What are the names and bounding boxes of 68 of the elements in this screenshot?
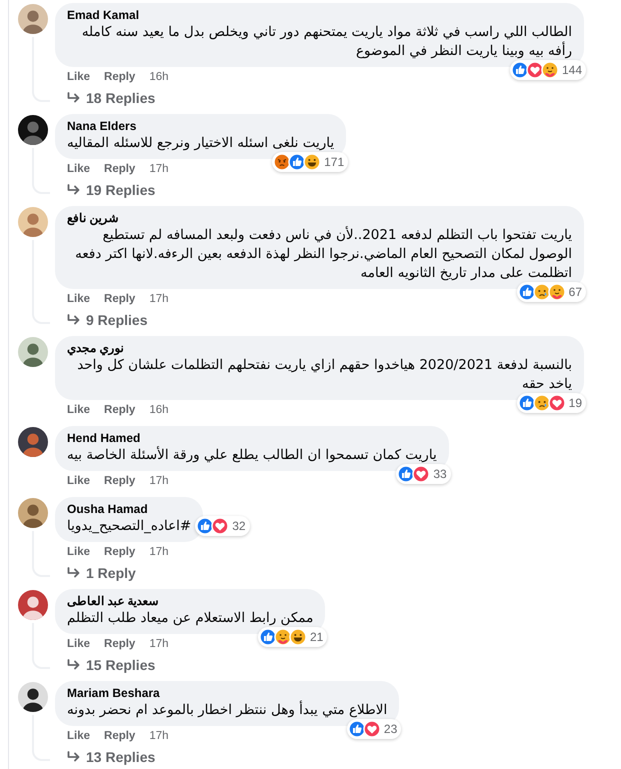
like-link[interactable]: Like: [67, 293, 90, 305]
reaction-count: 33: [433, 467, 447, 481]
timestamp[interactable]: 17h: [149, 475, 169, 487]
reaction-summary[interactable]: 32: [195, 516, 250, 536]
comment-text: الاطلاع متي يبدأ وهل ننتظر اخطار بالموعد ام نحضر بدونه: [67, 701, 388, 720]
view-replies-link[interactable]: 9 Replies: [86, 312, 148, 328]
comment-text: ياريت كمان تسمحوا ان الطالب يطلع علي ورقة الأسئلة الخاصة بيه: [67, 446, 437, 465]
reply-arrow-icon: [67, 659, 81, 671]
reply-link[interactable]: Reply: [104, 638, 136, 650]
timestamp[interactable]: 16h: [149, 71, 169, 83]
timestamp[interactable]: 17h: [149, 730, 169, 742]
reaction-summary[interactable]: 19: [516, 393, 586, 413]
comment-text: #اعاده_التصحيح_يدويا: [67, 517, 192, 536]
like-link[interactable]: Like: [67, 475, 90, 487]
author-name[interactable]: Hend Hamed: [67, 431, 437, 446]
timestamp[interactable]: 17h: [149, 293, 169, 305]
reaction-summary[interactable]: 23: [346, 719, 402, 739]
reply-arrow-icon: [67, 567, 81, 579]
like-link[interactable]: Like: [67, 638, 90, 650]
timestamp[interactable]: 17h: [149, 638, 169, 650]
reply-link[interactable]: Reply: [104, 404, 136, 416]
author-name[interactable]: Nana Elders: [67, 119, 334, 134]
reaction-count: 67: [568, 285, 582, 299]
view-replies-link[interactable]: 15 Replies: [86, 657, 156, 673]
reply-link[interactable]: Reply: [104, 475, 136, 487]
reaction-summary[interactable]: 33: [396, 464, 451, 484]
like-link[interactable]: Like: [67, 546, 90, 558]
reaction-summary[interactable]: 21: [258, 627, 328, 647]
author-name[interactable]: Ousha Hamad: [67, 502, 192, 517]
reply-arrow-icon: [67, 184, 81, 196]
reply-link[interactable]: Reply: [104, 293, 136, 305]
timestamp[interactable]: 17h: [149, 163, 169, 175]
reaction-count: 144: [562, 63, 582, 77]
view-replies-link[interactable]: 18 Replies: [86, 90, 156, 106]
reaction-count: 32: [232, 519, 246, 533]
reaction-summary[interactable]: 67: [516, 282, 586, 302]
like-link[interactable]: Like: [67, 730, 90, 742]
reply-link[interactable]: Reply: [104, 163, 136, 175]
view-replies-link[interactable]: 13 Replies: [86, 749, 156, 765]
reply-arrow-icon: [67, 92, 81, 104]
view-replies-link[interactable]: 19 Replies: [86, 182, 156, 198]
like-link[interactable]: Like: [67, 404, 90, 416]
reaction-count: 23: [384, 722, 398, 736]
like-link[interactable]: Like: [67, 163, 90, 175]
reaction-count: 171: [324, 155, 344, 169]
reply-arrow-icon: [67, 314, 81, 326]
author-name[interactable]: نوري مجدي: [67, 341, 572, 356]
comment-text: ياريت تفتحوا باب التظلم لدفعه 2021..لأن في ناس دفعت ولبعد المسافه لم تستطيع الوصول لمكان التصحيح العام الماضي.نرجوا النظر لهذة الدفعه بعين الرءفه.لانها اكتر دفعه اتظلمت على مدار تاريخ الثانويه العامه: [74, 226, 572, 283]
reaction-count: 19: [568, 396, 582, 410]
like-link[interactable]: Like: [67, 71, 90, 83]
view-replies-link[interactable]: 1 Reply: [86, 565, 136, 581]
reply-link[interactable]: Reply: [104, 71, 136, 83]
timestamp[interactable]: 17h: [149, 546, 169, 558]
reply-link[interactable]: Reply: [104, 546, 136, 558]
author-name[interactable]: Mariam Beshara: [67, 686, 388, 701]
comment-text: الطالب اللي راسب في ثلاثة مواد ياريت يمتحنهم دور تاني ويخلص بدل ما يعيد سنه كامله رأفه بيه وبينا ياريت النظر في الموضوع: [80, 23, 572, 61]
comment-text: ياريت نلغى اسئله الاختيار ونرجع للاسئله المقاليه: [67, 134, 334, 153]
reply-arrow-icon: [67, 751, 81, 763]
reply-link[interactable]: Reply: [104, 730, 136, 742]
reaction-summary[interactable]: 144: [510, 60, 586, 80]
comment-text: بالنسبة لدفعة 2020/2021 هياخدوا حقهم ازاي ياريت نفتحلهم التظلمات علشان كل واحد ياخد حقه: [76, 356, 572, 394]
comment-text: ممكن رابط الاستعلام عن ميعاد طلب التظلم: [67, 609, 314, 628]
author-name[interactable]: شرين نافع: [67, 211, 572, 226]
reaction-summary[interactable]: 171: [272, 152, 348, 172]
reaction-count: 21: [310, 630, 324, 644]
author-name[interactable]: Emad Kamal: [67, 8, 572, 23]
timestamp[interactable]: 16h: [149, 404, 169, 416]
author-name[interactable]: سعدية عبد العاطى: [67, 594, 314, 609]
